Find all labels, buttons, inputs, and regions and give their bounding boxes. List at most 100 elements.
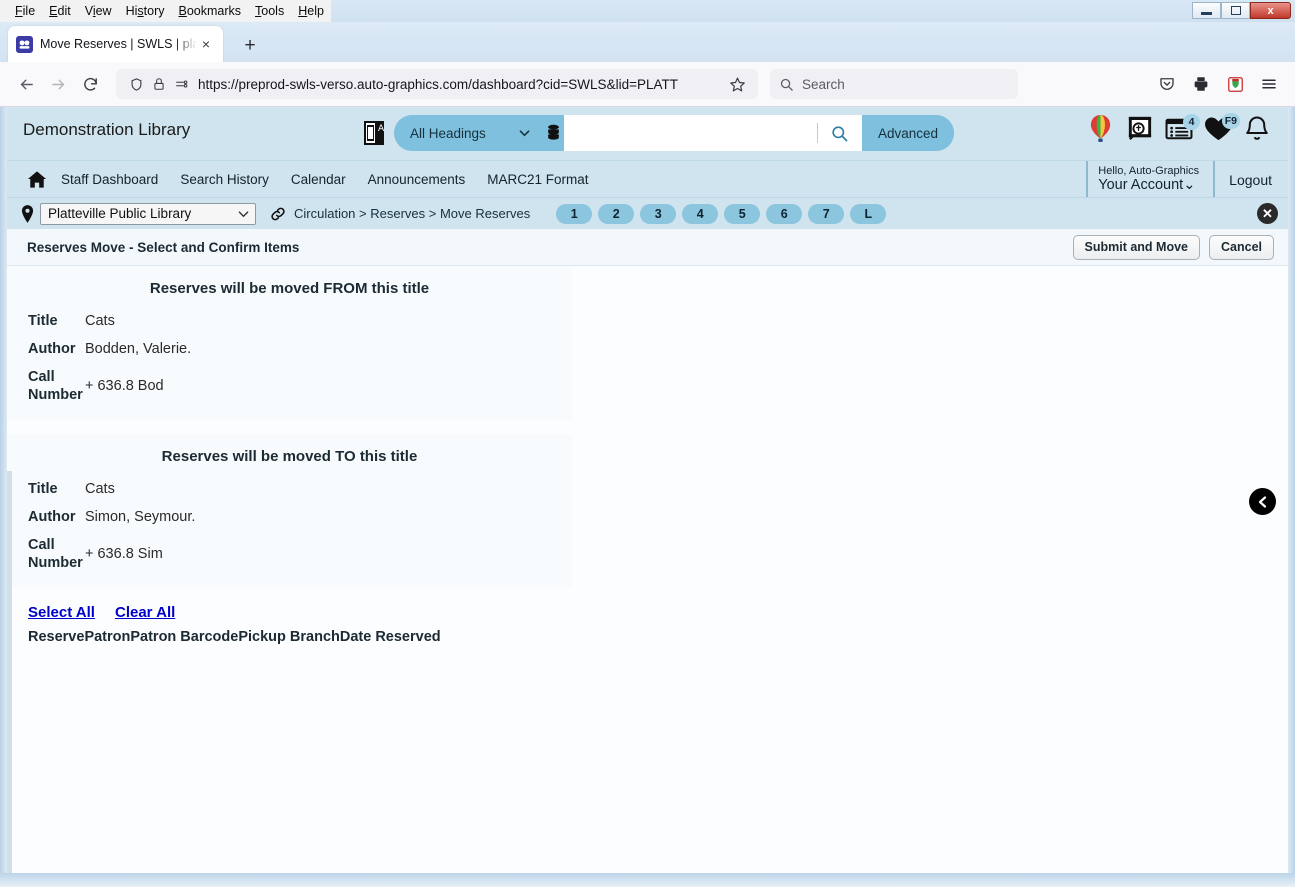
menu-bookmarks[interactable]: Bookmarks xyxy=(172,2,249,20)
menu-bar-filler xyxy=(330,0,1295,22)
menu-file[interactable]: File xyxy=(8,2,42,20)
lock-icon[interactable] xyxy=(148,68,170,100)
select-all-link[interactable]: Select All xyxy=(28,604,95,621)
database-icon[interactable] xyxy=(542,124,564,142)
submit-and-move-button[interactable]: Submit and Move xyxy=(1072,234,1200,260)
reserves-table-header: Reserve Patron Patron Barcode Pickup Bra… xyxy=(7,629,1288,645)
to-author-row: Author Simon, Seymour. xyxy=(7,503,572,531)
to-callnumber-row: Call Number + 636.8 Sim xyxy=(7,531,572,577)
page-title-bar: Reserves Move - Select and Confirm Items… xyxy=(7,229,1288,266)
media-search-icon[interactable] xyxy=(1125,114,1154,143)
page-actions: Submit and Move Cancel xyxy=(1072,234,1274,260)
advanced-search-button[interactable]: Advanced xyxy=(861,115,954,151)
close-icon[interactable]: ✕ xyxy=(1257,203,1278,224)
balloon-icon[interactable] xyxy=(1087,113,1114,144)
bell-icon[interactable] xyxy=(1244,115,1270,143)
from-title-row: Title Cats xyxy=(7,307,572,335)
heart-icon[interactable]: F9 xyxy=(1204,112,1240,142)
step-pill-2[interactable]: 2 xyxy=(598,203,635,224)
url-bar[interactable]: https://preprod-swls-verso.auto-graphics… xyxy=(116,69,758,99)
step-pills: 1 2 3 4 5 6 7 L xyxy=(556,203,887,224)
step-pill-4[interactable]: 4 xyxy=(682,203,719,224)
alphabetical-browse-icon[interactable]: A xyxy=(363,120,385,146)
step-pill-5[interactable]: 5 xyxy=(724,203,761,224)
back-arrow-icon[interactable] xyxy=(10,68,42,100)
content-left-rail xyxy=(7,471,12,873)
url-text[interactable]: https://preprod-swls-verso.auto-graphics… xyxy=(198,77,724,92)
from-author-value: Bodden, Valerie. xyxy=(85,341,192,358)
search-scope-label: All Headings xyxy=(410,125,486,141)
list-icon[interactable]: 4 xyxy=(1165,113,1200,141)
col-date-reserved: Date Reserved xyxy=(339,629,441,645)
chevron-down-icon: ⌄ xyxy=(1183,177,1196,194)
search-icon[interactable] xyxy=(818,124,862,143)
col-pickup-branch: Pickup Branch xyxy=(238,629,340,645)
browser-search-bar[interactable]: Search xyxy=(770,69,1018,99)
from-callnumber-value: + 636.8 Bod xyxy=(85,378,164,395)
menu-edit[interactable]: Edit xyxy=(42,2,78,20)
move-from-panel: Reserves will be moved FROM this title T… xyxy=(7,266,572,420)
nav-announcements[interactable]: Announcements xyxy=(368,172,466,187)
shield-icon[interactable] xyxy=(124,68,148,100)
list-badge: 4 xyxy=(1183,113,1200,130)
print-icon[interactable] xyxy=(1185,68,1217,100)
move-to-panel: Reserves will be moved TO this title Tit… xyxy=(7,433,572,587)
hamburger-menu-icon[interactable] xyxy=(1253,68,1285,100)
nav-calendar[interactable]: Calendar xyxy=(291,172,346,187)
menu-tools[interactable]: Tools xyxy=(248,2,291,20)
page-title: Reserves Move - Select and Confirm Items xyxy=(27,239,300,255)
web-page: Demonstration Library A All Headings Adv… xyxy=(7,107,1288,873)
search-scope-select[interactable]: All Headings xyxy=(394,126,542,141)
from-callnumber-row: Call Number + 636.8 Bod xyxy=(7,363,572,409)
star-icon[interactable] xyxy=(724,68,750,100)
step-pill-1[interactable]: 1 xyxy=(556,203,593,224)
step-pill-7[interactable]: 7 xyxy=(808,203,845,224)
step-pill-3[interactable]: 3 xyxy=(640,203,677,224)
extension-icon[interactable] xyxy=(1219,68,1251,100)
menu-view[interactable]: View xyxy=(78,2,119,20)
new-tab-button[interactable]: + xyxy=(237,34,263,58)
reload-icon[interactable] xyxy=(74,68,106,100)
to-title-label: Title xyxy=(28,480,58,497)
minimize-button[interactable] xyxy=(1192,2,1221,19)
account-area: Hello, Auto-Graphics Your Account⌄ Logou… xyxy=(1086,161,1272,198)
nav-search-history[interactable]: Search History xyxy=(180,172,269,187)
library-select[interactable]: Platteville Public Library xyxy=(40,202,256,225)
tab-close-icon[interactable]: × xyxy=(197,35,215,53)
menu-help[interactable]: Help xyxy=(291,2,331,20)
col-patron: Patron xyxy=(84,629,131,645)
location-pin-icon xyxy=(21,204,34,223)
to-title-row: Title Cats xyxy=(7,475,572,503)
to-callnumber-value: + 636.8 Sim xyxy=(85,545,163,562)
your-account-menu[interactable]: Hello, Auto-Graphics Your Account⌄ xyxy=(1086,161,1199,198)
step-pill-l[interactable]: L xyxy=(850,203,887,224)
nav-staff-dashboard[interactable]: Staff Dashboard xyxy=(61,172,158,187)
browser-tab[interactable]: Move Reserves | SWLS | platt | A × xyxy=(8,26,223,62)
pocket-icon[interactable] xyxy=(1151,68,1183,100)
forward-arrow-icon[interactable] xyxy=(42,68,74,100)
window-controls: x xyxy=(1192,2,1291,19)
browser-window: File Edit View History Bookmarks Tools H… xyxy=(0,0,1295,887)
logout-button[interactable]: Logout xyxy=(1213,161,1272,198)
window-border-right xyxy=(1288,107,1295,887)
menu-bar: File Edit View History Bookmarks Tools H… xyxy=(0,0,1295,22)
app-nav: Staff Dashboard Search History Calendar … xyxy=(7,160,1288,198)
browser-search-placeholder: Search xyxy=(802,76,845,92)
to-author-value: Simon, Seymour. xyxy=(85,508,196,525)
account-name[interactable]: Your Account⌄ xyxy=(1098,177,1199,194)
home-icon[interactable] xyxy=(27,170,47,189)
cancel-button[interactable]: Cancel xyxy=(1209,234,1274,260)
link-icon xyxy=(270,207,286,221)
nav-marc21-format[interactable]: MARC21 Format xyxy=(487,172,588,187)
chevron-left-icon[interactable] xyxy=(1249,488,1276,515)
from-author-label: Author xyxy=(28,341,76,358)
clear-all-link[interactable]: Clear All xyxy=(115,604,175,621)
close-window-button[interactable]: x xyxy=(1250,2,1291,19)
step-pill-6[interactable]: 6 xyxy=(766,203,803,224)
menu-history[interactable]: History xyxy=(119,2,172,20)
search-input[interactable] xyxy=(564,116,817,150)
restore-button[interactable] xyxy=(1221,2,1250,19)
tab-title: Move Reserves | SWLS | platt | A xyxy=(40,37,197,51)
permissions-icon[interactable] xyxy=(170,68,192,100)
heart-badge: F9 xyxy=(1221,112,1240,129)
